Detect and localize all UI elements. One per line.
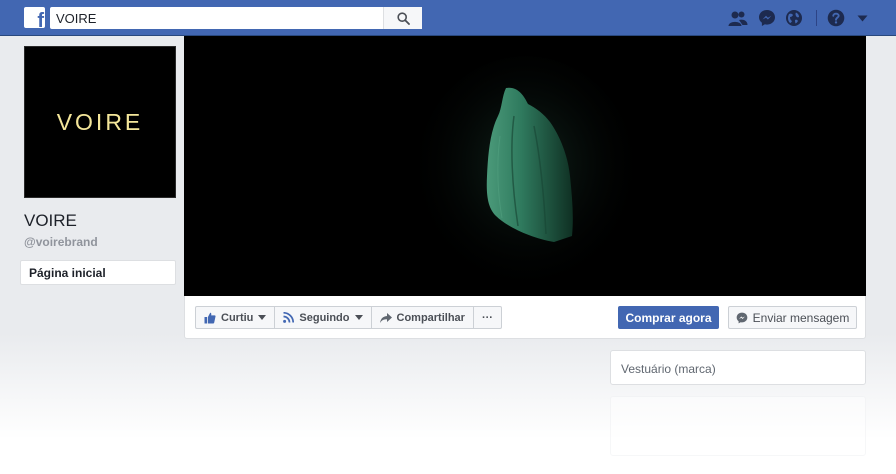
profile-brand-text: VOIRE <box>56 108 144 135</box>
rss-icon <box>283 312 295 323</box>
like-button[interactable]: Curtiu <box>196 307 276 328</box>
top-divider <box>816 10 817 26</box>
page-category[interactable]: Vestuário (marca) <box>621 362 716 376</box>
caret-down-icon[interactable] <box>852 8 872 28</box>
messenger-icon[interactable] <box>757 8 777 28</box>
help-icon[interactable] <box>826 8 846 28</box>
like-caret-icon <box>258 315 267 320</box>
category-card: Vestuário (marca) <box>610 350 866 385</box>
shop-now-button[interactable]: Comprar agora <box>618 306 719 329</box>
profile-picture[interactable]: VOIRE <box>24 46 176 198</box>
send-message-button[interactable]: Enviar mensagem <box>728 306 857 329</box>
like-label: Curtiu <box>221 311 254 324</box>
search-box <box>50 7 422 29</box>
follow-caret-icon <box>354 315 363 320</box>
send-message-label: Enviar mensagem <box>752 310 850 325</box>
page-handle[interactable]: @voirebrand <box>24 235 98 249</box>
search-icon <box>396 11 410 25</box>
top-navigation-bar: f <box>0 0 896 36</box>
follow-button[interactable]: Seguindo <box>275 307 372 328</box>
facebook-logo[interactable]: f <box>24 7 45 28</box>
friends-icon[interactable] <box>728 8 748 28</box>
page-action-bar: Curtiu Seguindo Compartilhar ··· Comprar… <box>184 296 866 339</box>
search-input[interactable] <box>50 7 382 29</box>
cover-image <box>416 56 636 296</box>
share-button[interactable]: Compartilhar <box>372 307 474 328</box>
thumbs-up-icon <box>204 312 216 324</box>
facebook-logo-letter: f <box>37 10 44 28</box>
page-action-buttons: Curtiu Seguindo Compartilhar ··· <box>195 306 502 329</box>
shop-now-label: Comprar agora <box>625 310 712 325</box>
globe-icon[interactable] <box>784 8 804 28</box>
follow-label: Seguindo <box>299 311 350 324</box>
share-arrow-icon <box>379 312 392 323</box>
faded-card <box>610 396 866 456</box>
cover-photo[interactable] <box>184 36 866 296</box>
page-title[interactable]: VOIRE <box>24 211 77 231</box>
messenger-small-icon <box>736 312 748 324</box>
search-button[interactable] <box>383 7 422 29</box>
more-options-button[interactable]: ··· <box>474 307 501 328</box>
more-options-label: ··· <box>481 311 493 324</box>
sidebar-item-home[interactable]: Página inicial <box>20 260 176 285</box>
share-label: Compartilhar <box>396 311 465 324</box>
